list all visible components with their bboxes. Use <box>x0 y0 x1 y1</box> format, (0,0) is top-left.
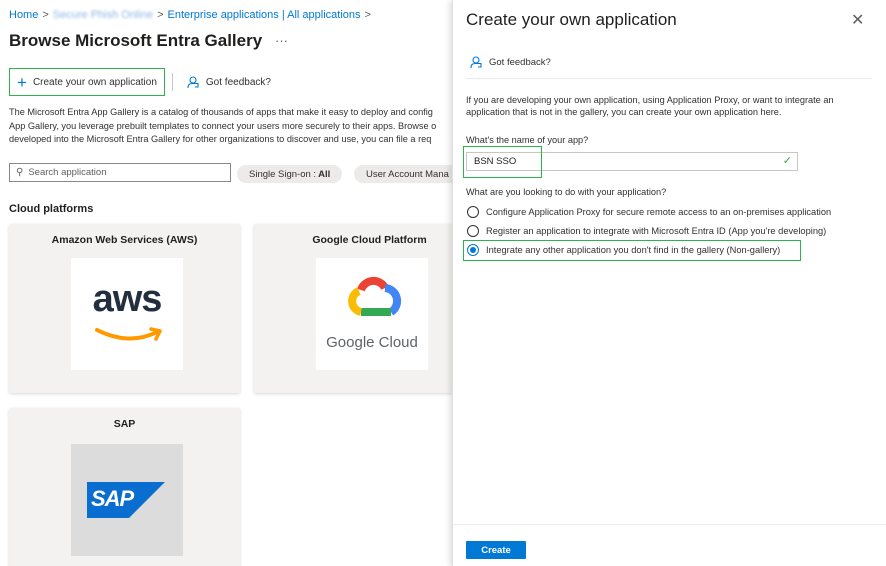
checkmark-icon: ✓ <box>782 155 792 167</box>
description-line: The Microsoft Entra App Gallery is a cat… <box>9 107 433 117</box>
app-tile-name: SAP <box>113 418 136 430</box>
panel-feedback-label: Got feedback? <box>489 57 551 68</box>
app-name-label: What's the name of your app? <box>466 135 589 145</box>
breadcrumb-enterprise-apps[interactable]: Enterprise applications | All applicatio… <box>168 9 361 21</box>
aws-logo-text: aws <box>92 278 163 320</box>
option-application-proxy[interactable]: Configure Application Proxy for secure r… <box>467 206 831 218</box>
google-cloud-icon <box>348 276 402 316</box>
breadcrumb-tenant[interactable]: Secure Phish Online <box>53 9 153 21</box>
section-heading-cloud-platforms: Cloud platforms <box>9 203 94 215</box>
google-cloud-logo: Google Cloud <box>316 258 428 370</box>
feedback-icon <box>470 56 482 69</box>
command-bar: + Create your own application Got feedba… <box>9 68 278 96</box>
got-feedback-label: Got feedback? <box>205 76 271 88</box>
single-sign-on-filter[interactable]: Single Sign-on : All <box>237 165 343 183</box>
panel-description-line: application that is not in the gallery, … <box>466 107 782 117</box>
google-cloud-logo-text: Google Cloud <box>326 334 418 351</box>
more-options-button[interactable]: ··· <box>275 33 288 48</box>
chevron-right-icon: > <box>364 9 371 21</box>
sap-logo-text: SAP <box>91 486 134 511</box>
panel-feedback-button[interactable]: Got feedback? <box>470 56 551 69</box>
chevron-right-icon: > <box>42 9 49 21</box>
got-feedback-button[interactable]: Got feedback? <box>180 68 278 96</box>
search-icon: ⚲ <box>16 167 24 178</box>
panel-footer-divider <box>453 524 886 525</box>
gallery-page: Home > Secure Phish Online > Enterprise appl… <box>0 0 452 566</box>
description-line: developed into the Microsoft Entra Galle… <box>9 134 432 144</box>
create-own-application-label: Create your own application <box>32 76 157 88</box>
highlight-box <box>463 146 542 178</box>
option-register-application[interactable]: Register an application to integrate wit… <box>467 225 826 237</box>
panel-description: If you are developing your own applicati… <box>466 94 834 118</box>
app-tile-name: Amazon Web Services (AWS) <box>51 234 198 246</box>
option-label: Register an application to integrate wit… <box>486 226 827 236</box>
chevron-right-icon: > <box>157 9 164 21</box>
create-application-panel: Create your own application ✕ Got feedba… <box>452 0 886 566</box>
search-input[interactable]: ⚲ Search application <box>9 163 231 182</box>
panel-divider <box>466 78 872 79</box>
radio-button[interactable] <box>467 206 479 218</box>
plus-icon: + <box>17 72 27 92</box>
gallery-description: The Microsoft Entra App Gallery is a cat… <box>9 106 452 147</box>
aws-logo: aws <box>71 258 183 370</box>
toolbar-divider <box>171 73 173 91</box>
app-tile-name: Google Cloud Platform <box>312 234 427 246</box>
app-tile-google-cloud-platform[interactable]: Google Cloud Platform Google Cloud <box>254 224 452 393</box>
page-title: Browse Microsoft Entra Gallery <box>9 31 263 50</box>
create-button[interactable]: Create <box>466 541 526 559</box>
breadcrumb: Home > Secure Phish Online > Enterprise appl… <box>9 9 375 21</box>
filter-label: Single Sign-on : <box>249 168 317 180</box>
highlight-box <box>463 240 801 261</box>
app-tile-sap[interactable]: SAP SAP <box>9 408 240 566</box>
sap-logo: SAP <box>71 444 183 556</box>
breadcrumb-home[interactable]: Home <box>9 9 38 21</box>
close-icon[interactable]: ✕ <box>851 10 864 30</box>
radio-button[interactable] <box>467 225 479 237</box>
option-label: Configure Application Proxy for secure r… <box>486 207 832 217</box>
app-tile-aws[interactable]: Amazon Web Services (AWS) aws <box>9 224 240 393</box>
user-account-management-filter[interactable]: User Account Mana <box>354 165 452 183</box>
feedback-icon <box>187 75 199 88</box>
description-line: App Gallery, you leverage prebuilt templ… <box>9 120 437 131</box>
filter-value: All <box>318 168 331 180</box>
panel-title: Create your own application <box>466 10 677 29</box>
purpose-label: What are you looking to do with your app… <box>466 187 667 197</box>
filter-label: User Account Mana <box>366 168 449 180</box>
panel-description-line: If you are developing your own applicati… <box>466 95 834 105</box>
create-own-application-button[interactable]: + Create your own application <box>9 68 165 96</box>
search-placeholder: Search application <box>28 167 107 178</box>
aws-smile-icon <box>95 327 162 341</box>
page: Home > Secure Phish Online > Enterprise appl… <box>0 0 886 566</box>
